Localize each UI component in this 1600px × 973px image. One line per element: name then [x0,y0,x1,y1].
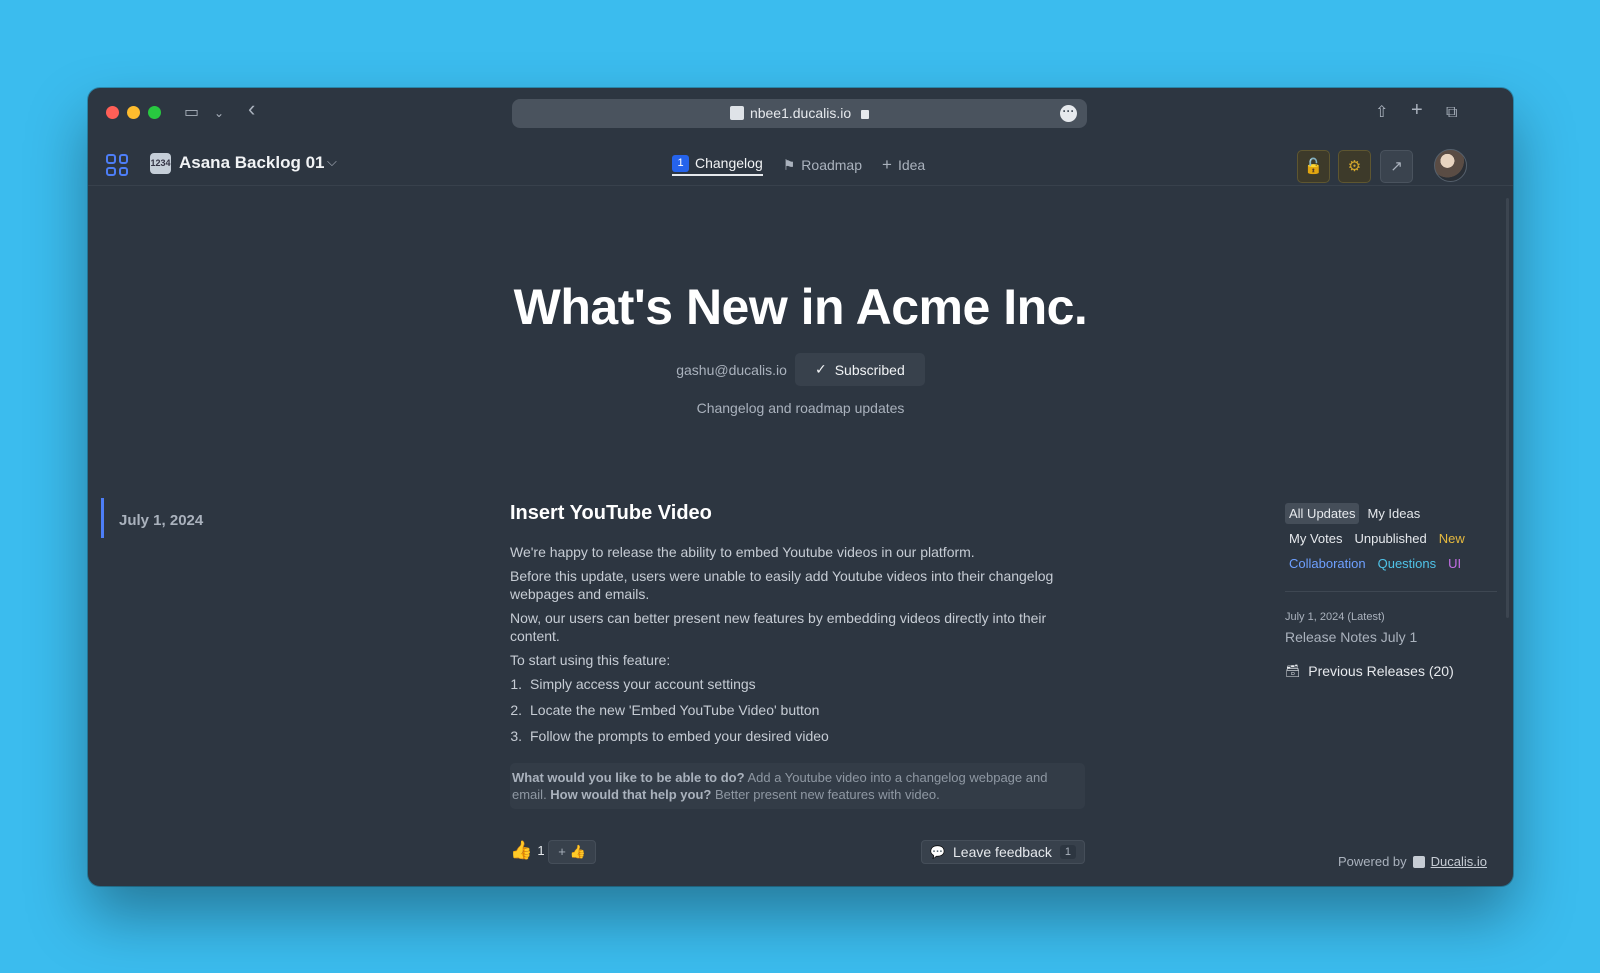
list-item: 3. Follow the prompts to embed your desir… [510,728,829,744]
tab-idea[interactable]: + Idea [882,154,925,176]
leave-feedback-button[interactable]: 💬 Leave feedback 1 [921,840,1085,864]
site-favicon-icon [729,106,744,120]
question-label: What would you like to be able to do? [512,770,745,785]
sidebar-divider [1285,591,1497,592]
post-title[interactable]: Insert YouTube Video [510,502,1085,525]
filter-tag-new[interactable]: New [1435,528,1469,549]
plus-icon: + [882,155,892,174]
open-external-icon[interactable]: ↗ [1380,150,1413,183]
filter-tag-collaboration[interactable]: Collaboration [1285,553,1370,574]
latest-release-date: July 1, 2024 (Latest) [1285,611,1385,623]
filter-my-ideas[interactable]: My Ideas [1363,503,1424,524]
sidebar-toggle-icon[interactable]: ▭ [184,102,199,124]
url-text: nbee1.ducalis.io [749,105,852,121]
minimize-window-button[interactable] [127,106,140,119]
list-item: 1. Simply access your account settings [510,676,756,692]
settings-gear-icon[interactable]: ⚙ [1338,150,1371,183]
tab-overview-icon[interactable]: ⧉ [1446,102,1457,124]
back-icon[interactable]: ‹ [248,98,255,120]
post-actions: 👍 1 + 👍 💬 Leave feedback 1 [510,840,1085,866]
tab-roadmap[interactable]: ⚑ Roadmap [783,154,862,176]
filter-my-votes[interactable]: My Votes [1285,528,1346,549]
zoom-window-button[interactable] [148,106,161,119]
sidebar-menu-chevron-icon[interactable]: ⌄ [214,102,224,124]
archive-icon: 🗃 [1285,664,1301,678]
filter-tag-questions[interactable]: Questions [1374,553,1441,574]
filter-all-updates[interactable]: All Updates [1285,503,1360,524]
list-item: 2. Locate the new 'Embed YouTube Video' b… [510,702,820,718]
steps-list: 1. Simply access your account settings 2.… [510,675,1085,745]
powered-by-footer: Powered by Ducalis.io [1338,854,1488,869]
subscription-row: gashu@ducalis.io ✓ Subscribed [88,353,1513,386]
apps-grid-icon[interactable] [106,154,128,176]
post-paragraph: Before this update, users were unable to… [510,568,1054,602]
app-header: 1234 Asana Backlog 01 ⌵ 1 Changelog ⚑ Ro… [88,140,1513,186]
main-nav: 1 Changelog ⚑ Roadmap + Idea [672,154,925,176]
post-paragraph: We're happy to release the ability to em… [510,544,975,560]
add-reaction-button[interactable]: + 👍 [548,840,596,864]
filter-tag-ui[interactable]: UI [1444,553,1465,574]
subscriber-email: gashu@ducalis.io [676,361,787,378]
previous-releases-link[interactable]: 🗃 Previous Releases (20) [1285,663,1454,679]
page-menu-icon[interactable]: ··· [1060,105,1077,122]
board-calendar-icon: 1234 [150,153,171,174]
filter-panel: All Updates My Ideas My Votes Unpublishe… [1285,503,1497,578]
reaction-count: 1 [537,843,545,858]
check-icon: ✓ [814,361,827,377]
browser-toolbar: ▭ ⌄ ‹ nbee1.ducalis.io ··· ⇧ + ⧉ [88,88,1513,140]
latest-release-link[interactable]: Release Notes July 1 [1285,629,1417,645]
post-paragraph: Now, our users can better present new fe… [510,610,1047,644]
post-paragraph: To start using this feature: [510,652,671,668]
lock-icon [861,110,870,119]
user-avatar[interactable] [1434,149,1467,182]
scrollbar[interactable] [1506,198,1509,618]
date-marker-bar [101,498,104,538]
page-title: What's New in Acme Inc. [513,279,1088,335]
release-date: July 1, 2024 [119,512,204,529]
thumbs-up-reaction[interactable]: 👍 1 [510,840,545,861]
changelog-post: Insert YouTube Video We're happy to rele… [510,502,1085,809]
roadmap-icon: ⚑ [782,156,796,173]
thumbs-up-icon: 👍 [510,840,533,860]
idea-summary-box: What would you like to be able to do? Ad… [510,763,1085,809]
changelog-count-badge: 1 [672,154,689,172]
ducalis-link[interactable]: Ducalis.io [1431,854,1487,869]
feedback-count: 1 [1059,845,1076,859]
chevron-down-icon[interactable]: ⌵ [327,154,337,170]
unlock-icon[interactable]: 🔓 [1297,150,1330,183]
filter-unpublished[interactable]: Unpublished [1350,528,1430,549]
close-window-button[interactable] [106,106,119,119]
comment-icon: 💬 [930,845,946,859]
board-switcher[interactable]: Asana Backlog 01 [179,153,325,173]
window-controls [106,106,161,119]
tab-changelog[interactable]: 1 Changelog [672,154,763,176]
ducalis-logo-icon [1412,855,1425,868]
page-description: Changelog and roadmap updates [696,400,905,416]
browser-window: ▭ ⌄ ‹ nbee1.ducalis.io ··· ⇧ + ⧉ 1234 As… [88,88,1513,886]
subscribed-button[interactable]: ✓ Subscribed [794,353,925,386]
new-tab-icon[interactable]: + [1411,99,1423,121]
share-icon[interactable]: ⇧ [1375,102,1388,124]
address-bar[interactable]: nbee1.ducalis.io ··· [512,99,1087,128]
question-label: How would that help you? [550,787,712,802]
